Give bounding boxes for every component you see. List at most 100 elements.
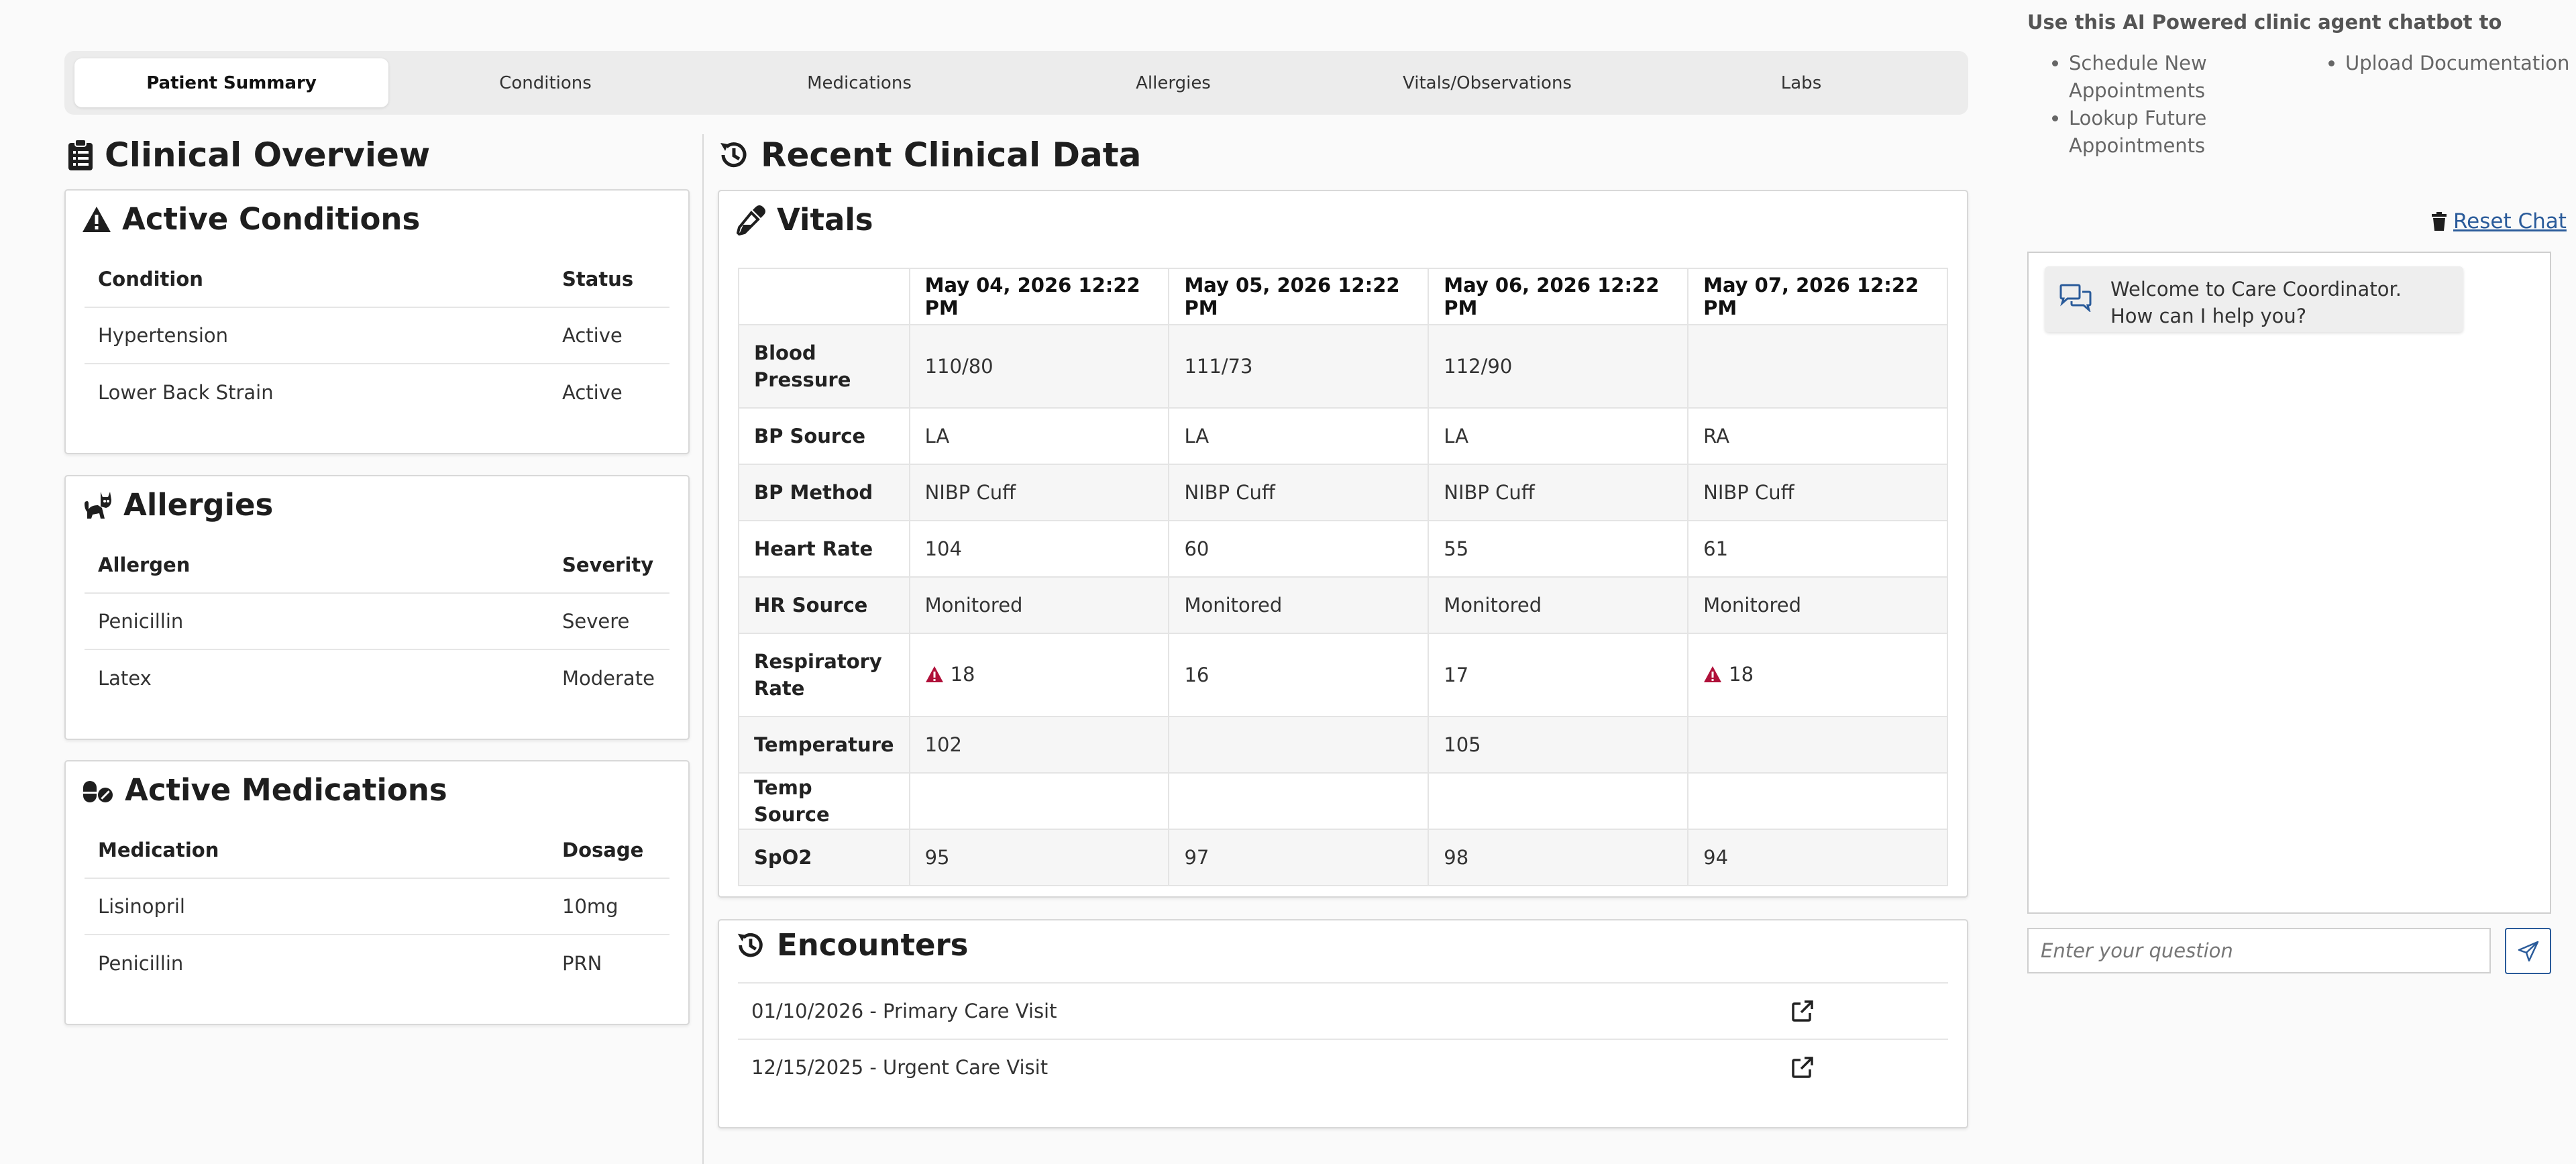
chat-question-input[interactable] — [2027, 928, 2491, 973]
clinical-overview-heading: Clinical Overview — [67, 136, 430, 174]
medication-cell: Lisinopril — [85, 878, 549, 935]
recent-clinical-data-heading: Recent Clinical Data — [718, 136, 1141, 174]
allergen-cell: Latex — [98, 666, 152, 690]
vitals-cell — [908, 772, 1170, 830]
pills-icon — [83, 780, 113, 802]
tab-allergies[interactable]: Allergies — [1016, 58, 1330, 107]
encounter-item[interactable]: 12/15/2025 - Urgent Care Visit — [738, 1039, 1948, 1095]
column-header-condition: Condition — [85, 251, 549, 308]
warning-icon — [83, 206, 111, 232]
vitals-cell: 17 — [1428, 633, 1689, 717]
active-conditions-card: Active Conditions Condition Status Hyper… — [64, 189, 690, 454]
table-row: Latex Moderate — [85, 649, 669, 706]
column-header-status: Status — [549, 251, 669, 308]
medication-cell: Penicillin — [98, 951, 184, 975]
list-item: Schedule New Appointments — [2069, 50, 2239, 105]
vitals-date-header: May 04, 2026 12:22 PM — [908, 268, 1170, 325]
severity-cell: Moderate — [562, 666, 655, 690]
vitals-row-temp-source: Temp Source — [738, 772, 1948, 830]
external-link-icon[interactable] — [1791, 1056, 1814, 1079]
status-cell: Active — [562, 380, 623, 404]
vitals-cell — [1687, 716, 1948, 774]
vitals-cell: 61 — [1687, 520, 1948, 578]
vitals-cell: LA — [1428, 407, 1689, 465]
vitals-cell: 102 — [908, 716, 1170, 774]
vitals-corner-cell — [738, 268, 910, 325]
vitals-date-header: May 07, 2026 12:22 PM — [1687, 268, 1948, 325]
encounter-item[interactable]: 01/10/2026 - Primary Care Visit — [738, 982, 1948, 1039]
column-header-medication: Medication — [85, 822, 549, 879]
vitals-cell: 112/90 — [1428, 324, 1689, 409]
vitals-cell: 95 — [908, 829, 1170, 886]
vitals-cell: LA — [908, 407, 1170, 465]
vitals-cell: 104 — [908, 520, 1170, 578]
tab-medications[interactable]: Medications — [702, 58, 1016, 107]
active-medications-card: Active Medications Medication Dosage Lis… — [64, 760, 690, 1025]
allergies-card: Allergies Allergen Severity Penicillin S… — [64, 475, 690, 740]
vitals-cell — [1687, 324, 1948, 409]
vitals-cell: Monitored — [1168, 576, 1430, 634]
table-row: Penicillin PRN — [85, 935, 669, 991]
encounters-title: Encounters — [735, 927, 968, 963]
vitals-cell: RA — [1687, 407, 1948, 465]
vitals-row-hr-source: HR Source Monitored Monitored Monitored … — [738, 576, 1948, 634]
vitals-row-label: Blood Pressure — [738, 324, 910, 409]
vitals-cell: 55 — [1428, 520, 1689, 578]
dosage-cell: PRN — [562, 951, 602, 975]
tab-patient-summary[interactable]: Patient Summary — [74, 58, 388, 107]
vitals-cell: 105 — [1428, 716, 1689, 774]
vitals-row-label: HR Source — [738, 576, 910, 634]
vitals-row-bp-source: BP Source LA LA LA RA — [738, 407, 1948, 465]
abnormal-value: 18 — [925, 663, 975, 686]
vitals-cell: 16 — [1168, 633, 1430, 717]
vitals-row-label: BP Source — [738, 407, 910, 465]
vitals-row-label: Respiratory Rate — [738, 633, 910, 717]
vitals-row-temperature: Temperature 102 105 — [738, 716, 1948, 774]
tab-labs[interactable]: Labs — [1644, 58, 1958, 107]
table-row: Hypertension Active — [85, 307, 669, 364]
column-header-dosage: Dosage — [549, 822, 669, 879]
active-medications-title: Active Medications — [82, 772, 447, 808]
vitals-cell — [1687, 772, 1948, 830]
abnormal-value: 18 — [1703, 663, 1754, 686]
cat-icon — [85, 491, 111, 519]
tab-bar: Patient Summary Conditions Medications A… — [64, 51, 1968, 115]
encounters-card: Encounters 01/10/2026 - Primary Care Vis… — [718, 919, 1968, 1128]
vitals-card: Vitals May 04, 2026 12:22 PM May 05, 202… — [718, 190, 1968, 898]
warning-icon — [925, 666, 943, 682]
vitals-cell: Monitored — [1428, 576, 1689, 634]
vitals-cell — [1168, 716, 1430, 774]
warning-icon — [1704, 666, 1722, 682]
allergen-cell: Penicillin — [85, 593, 549, 650]
table-row: Penicillin Severe — [85, 593, 669, 650]
vitals-cell: 60 — [1168, 520, 1430, 578]
vitals-row-bp-method: BP Method NIBP Cuff NIBP Cuff NIBP Cuff … — [738, 464, 1948, 521]
trash-icon — [2432, 212, 2447, 231]
vitals-table: May 04, 2026 12:22 PM May 05, 2026 12:22… — [738, 268, 1948, 886]
reset-chat-button[interactable]: Reset Chat — [2432, 209, 2567, 233]
column-header-allergen: Allergen — [85, 537, 549, 594]
active-conditions-table: Condition Status Hypertension Active Low… — [85, 251, 669, 420]
external-link-icon[interactable] — [1791, 1000, 1814, 1022]
vitals-title: Vitals — [735, 202, 873, 237]
severity-cell: Severe — [549, 593, 669, 650]
history-icon — [720, 142, 747, 168]
condition-cell: Lower Back Strain — [98, 380, 274, 404]
chat-features-list-left: Schedule New Appointments Lookup Future … — [2045, 50, 2239, 160]
vitals-cell: 111/73 — [1168, 324, 1430, 409]
vitals-row-spo2: SpO2 95 97 98 94 — [738, 829, 1948, 886]
status-cell: Active — [549, 307, 669, 364]
chat-window: Welcome to Care Coordinator. How can I h… — [2027, 252, 2551, 914]
chat-intro-heading: Use this AI Powered clinic agent chatbot… — [2027, 11, 2502, 34]
vitals-cell: NIBP Cuff — [1428, 464, 1689, 521]
list-item: Lookup Future Appointments — [2069, 105, 2239, 160]
dosage-cell: 10mg — [549, 878, 669, 935]
vitals-date-header: May 05, 2026 12:22 PM — [1168, 268, 1430, 325]
allergies-title: Allergies — [82, 487, 273, 523]
tab-conditions[interactable]: Conditions — [388, 58, 702, 107]
tab-vitals-observations[interactable]: Vitals/Observations — [1330, 58, 1644, 107]
active-medications-table: Medication Dosage Lisinopril 10mg Penici… — [85, 822, 669, 991]
vitals-cell: NIBP Cuff — [908, 464, 1170, 521]
vitals-row-heart-rate: Heart Rate 104 60 55 61 — [738, 520, 1948, 578]
send-button[interactable] — [2505, 928, 2551, 974]
